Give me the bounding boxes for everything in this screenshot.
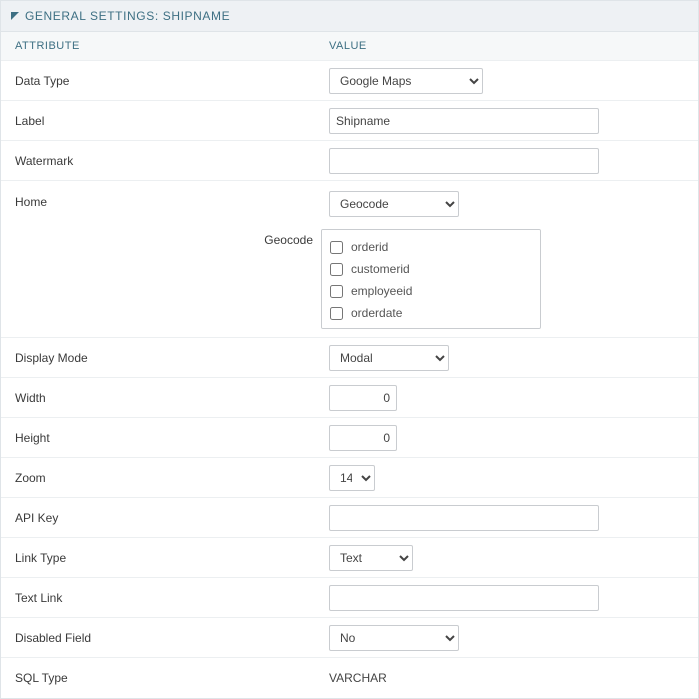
attr-api-key: API Key xyxy=(1,511,321,525)
row-disabled-field: Disabled Field No xyxy=(1,618,698,658)
attr-display-mode: Display Mode xyxy=(1,351,321,365)
attr-disabled-field: Disabled Field xyxy=(1,631,321,645)
sql-type-value: VARCHAR xyxy=(329,671,387,685)
row-display-mode: Display Mode Modal xyxy=(1,338,698,378)
geocode-option-label: orderdate xyxy=(351,306,402,320)
geocode-option-label: orderid xyxy=(351,240,388,254)
attr-sql-type: SQL Type xyxy=(1,671,321,685)
attr-zoom: Zoom xyxy=(1,471,321,485)
attr-watermark: Watermark xyxy=(1,154,321,168)
row-sql-type: SQL Type VARCHAR xyxy=(1,658,698,698)
height-input[interactable] xyxy=(329,425,397,451)
attr-data-type: Data Type xyxy=(1,74,321,88)
home-select[interactable]: Geocode xyxy=(329,191,459,217)
geocode-option-label: employeeid xyxy=(351,284,412,298)
attr-text-link: Text Link xyxy=(1,591,321,605)
link-type-select[interactable]: Text xyxy=(329,545,413,571)
row-data-type: Data Type Google Maps xyxy=(1,61,698,101)
disabled-field-select[interactable]: No xyxy=(329,625,459,651)
row-watermark: Watermark xyxy=(1,141,698,181)
attr-label: Label xyxy=(1,114,321,128)
column-header-value: VALUE xyxy=(321,40,698,52)
row-home: Home Geocode Geocode orderid customerid xyxy=(1,181,698,338)
geocode-label: Geocode xyxy=(231,229,321,329)
api-key-input[interactable] xyxy=(329,505,599,531)
geocode-checkbox-orderdate[interactable] xyxy=(330,307,343,320)
row-width: Width xyxy=(1,378,698,418)
geocode-listbox[interactable]: orderid customerid employeeid orderdate xyxy=(321,229,541,329)
collapse-icon xyxy=(11,9,19,23)
panel-header[interactable]: GENERAL SETTINGS: SHIPNAME xyxy=(1,1,698,32)
row-text-link: Text Link xyxy=(1,578,698,618)
column-header-attribute: ATTRIBUTE xyxy=(1,40,321,52)
attr-height: Height xyxy=(1,431,321,445)
column-headers: ATTRIBUTE VALUE xyxy=(1,32,698,61)
row-label: Label xyxy=(1,101,698,141)
general-settings-panel: GENERAL SETTINGS: SHIPNAME ATTRIBUTE VAL… xyxy=(0,0,699,699)
geocode-checkbox-customerid[interactable] xyxy=(330,263,343,276)
geocode-option[interactable]: orderdate xyxy=(330,302,532,324)
geocode-option[interactable]: employeeid xyxy=(330,280,532,302)
attr-home: Home xyxy=(1,191,321,209)
attr-link-type: Link Type xyxy=(1,551,321,565)
geocode-option[interactable]: orderid xyxy=(330,236,532,258)
attr-width: Width xyxy=(1,391,321,405)
display-mode-select[interactable]: Modal xyxy=(329,345,449,371)
row-height: Height xyxy=(1,418,698,458)
geocode-checkbox-employeeid[interactable] xyxy=(330,285,343,298)
panel-title: GENERAL SETTINGS: SHIPNAME xyxy=(25,9,230,23)
row-link-type: Link Type Text xyxy=(1,538,698,578)
row-zoom: Zoom 14 xyxy=(1,458,698,498)
watermark-input[interactable] xyxy=(329,148,599,174)
geocode-option-label: customerid xyxy=(351,262,410,276)
data-type-select[interactable]: Google Maps xyxy=(329,68,483,94)
zoom-select[interactable]: 14 xyxy=(329,465,375,491)
row-api-key: API Key xyxy=(1,498,698,538)
width-input[interactable] xyxy=(329,385,397,411)
geocode-option[interactable]: customerid xyxy=(330,258,532,280)
label-input[interactable] xyxy=(329,108,599,134)
text-link-input[interactable] xyxy=(329,585,599,611)
geocode-checkbox-orderid[interactable] xyxy=(330,241,343,254)
